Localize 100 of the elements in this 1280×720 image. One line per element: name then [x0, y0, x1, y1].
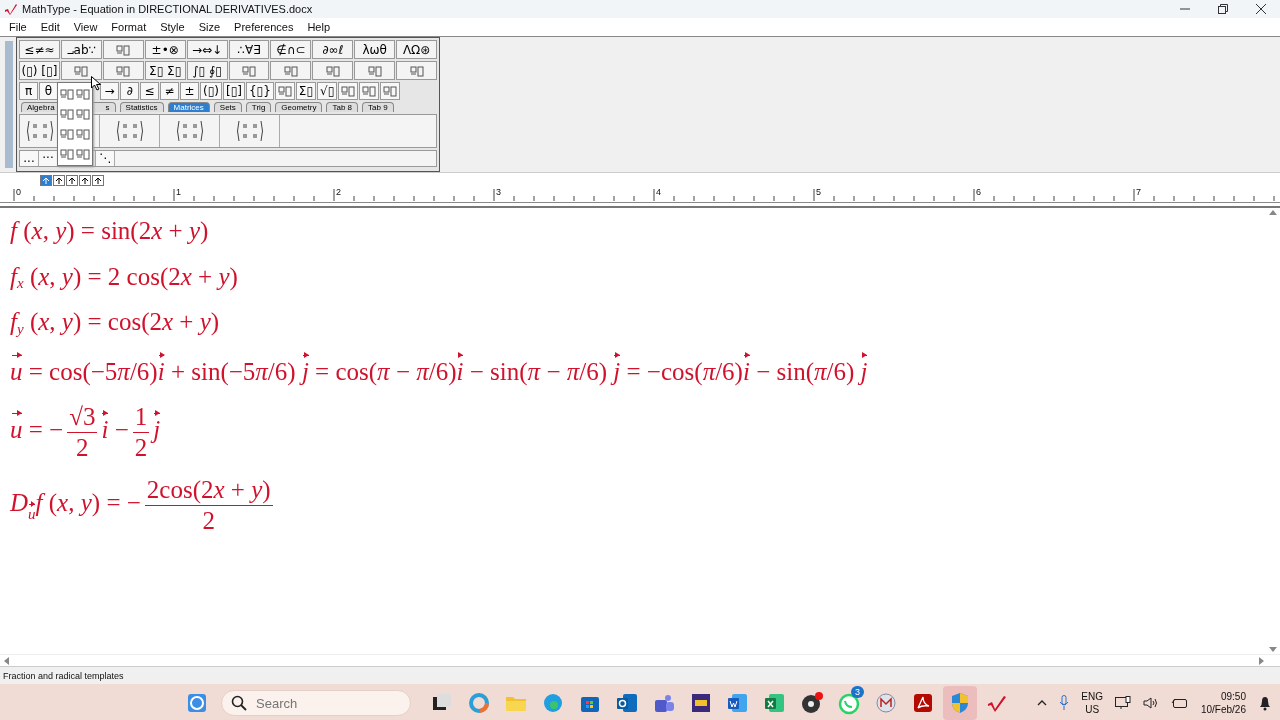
ruler-number: 7	[1136, 187, 1141, 197]
template-icon	[74, 64, 89, 77]
palette-tab[interactable]: Tab 8	[326, 102, 359, 112]
palette-button[interactable]: ≠	[160, 82, 179, 100]
palette-button[interactable]: →⇔↓	[186, 40, 228, 59]
restore-icon[interactable]	[1218, 4, 1228, 14]
scroll-right-icon[interactable]	[1259, 656, 1264, 665]
template-icon	[242, 64, 256, 77]
palette-button[interactable]	[228, 61, 270, 80]
pdf-icon	[911, 691, 935, 715]
palette-button[interactable]: ∂∞ℓ	[312, 40, 354, 59]
scroll-left-icon[interactable]	[4, 656, 9, 665]
palette-button[interactable]: ΛΩ⊛	[396, 40, 438, 59]
tab-stop-icon	[94, 176, 102, 185]
palette-button[interactable]	[380, 82, 401, 100]
palette-tab[interactable]: Matrices	[167, 102, 210, 112]
menu-item[interactable]: Size	[191, 18, 228, 36]
menu-item[interactable]: Help	[300, 18, 337, 36]
palette-button[interactable]	[338, 82, 359, 100]
ruler-number: 5	[816, 187, 821, 197]
alignment-button[interactable]	[53, 175, 65, 186]
ruler-number: 3	[496, 187, 501, 197]
palette-tab[interactable]: Sets	[213, 102, 242, 112]
battery-icon[interactable]	[1170, 697, 1189, 709]
palette-tab[interactable]: Trig	[245, 102, 272, 112]
palette-button[interactable]: ∉∩⊂	[270, 40, 312, 59]
menu-item[interactable]: Format	[104, 18, 154, 36]
scroll-up-icon[interactable]	[1269, 210, 1277, 215]
palette-button[interactable]: π	[19, 82, 38, 100]
template-icon	[76, 148, 90, 160]
palette-tab[interactable]: Statistics	[119, 102, 164, 112]
palette-button[interactable]: ±•⊗	[144, 40, 186, 59]
palette-button[interactable]	[102, 40, 144, 59]
palette-button[interactable]: ⋱	[96, 151, 115, 166]
region-label[interactable]: US	[1081, 703, 1103, 716]
matrix-template-icon[interactable]	[114, 119, 145, 143]
matrix-template-icon[interactable]	[234, 119, 265, 143]
palette-button[interactable]: Σ▯	[295, 82, 316, 100]
palette-button[interactable]: (▯)	[200, 82, 222, 100]
palette-button[interactable]: ≤≠≈	[19, 40, 60, 59]
menu-item[interactable]: Preferences	[227, 18, 301, 36]
menu-item[interactable]: Edit	[33, 18, 67, 36]
palette-button[interactable]: {▯}	[245, 82, 274, 100]
palette-button[interactable]	[270, 61, 312, 80]
palette-button[interactable]: ⨼ab∵	[60, 40, 102, 59]
bell-icon[interactable]	[1258, 695, 1272, 711]
ruler-number: 4	[656, 187, 661, 197]
speaker-icon[interactable]	[1142, 696, 1159, 710]
widget-icon	[185, 691, 209, 715]
palette-button[interactable]: ∂	[120, 82, 139, 100]
palette-button[interactable]: ∴∀∃	[228, 40, 270, 59]
palette-button[interactable]: →	[100, 82, 119, 100]
ring-icon	[467, 691, 491, 715]
alignment-button[interactable]	[92, 175, 104, 186]
tab-stop-icon	[55, 176, 63, 185]
matrix-template-icon[interactable]	[174, 119, 205, 143]
equation: f$_{x}$ (x, y) = 2 cos(2x + y)	[10, 261, 238, 294]
search-field[interactable]: Search	[221, 690, 411, 716]
palette-button[interactable]	[60, 61, 102, 80]
language-label[interactable]: ENG	[1081, 690, 1103, 703]
clock-date[interactable]: 10/Feb/26	[1200, 703, 1246, 716]
equation: u = cos(−5π/6)i + sin(−5π/6) j = cos(π − π/6)i − sin(π − π/6) j = −cos(π/6)i − sin(π/6) j	[10, 352, 868, 390]
palette-button[interactable]: [▯]	[222, 82, 245, 100]
tab-stop-icon	[68, 176, 76, 185]
palette-button[interactable]: Σ▯ Σ▯	[144, 61, 186, 80]
microphone-icon[interactable]	[1059, 695, 1070, 711]
browser-icon	[541, 691, 565, 715]
alignment-button[interactable]	[79, 175, 91, 186]
palette-tab[interactable]: Tab 9	[362, 102, 394, 112]
equation: f (x, y) = sin(2x + y)	[10, 216, 209, 247]
palette-button[interactable]	[396, 61, 438, 80]
palette-button[interactable]	[359, 82, 380, 100]
palette-button[interactable]: ...	[20, 151, 39, 166]
chevron-up-icon[interactable]	[1037, 700, 1048, 706]
menu-item[interactable]: File	[2, 18, 34, 36]
palette-button[interactable]	[312, 61, 354, 80]
scroll-down-icon[interactable]	[1269, 647, 1277, 652]
taskbar-button[interactable]: 3	[832, 686, 866, 720]
template-icon	[283, 64, 298, 77]
close-icon[interactable]	[1256, 4, 1266, 14]
monitor-icon[interactable]	[1114, 696, 1131, 710]
palette-button[interactable]	[354, 61, 396, 80]
palette-button[interactable]: ≤	[140, 82, 159, 100]
menu-item[interactable]: Style	[153, 18, 192, 36]
palette-button[interactable]: ±	[180, 82, 199, 100]
template-icon	[76, 128, 90, 140]
palette-button[interactable]	[102, 61, 144, 80]
palette-tab[interactable]: Geometry	[275, 102, 323, 112]
menu-item[interactable]: View	[66, 18, 105, 36]
palette-button[interactable]: √▯	[317, 82, 338, 100]
template-icon	[76, 88, 90, 100]
template-icon	[60, 128, 74, 140]
palette-button[interactable]: (▯) [▯]	[19, 61, 60, 80]
clock-time[interactable]: 09:50	[1200, 690, 1246, 703]
alignment-button[interactable]	[66, 175, 78, 186]
template-icon	[362, 85, 377, 97]
palette-button[interactable]: ∫▯ ∮▯	[186, 61, 228, 80]
palette-button[interactable]: λωθ	[354, 40, 396, 59]
matrix-template-icon[interactable]	[24, 119, 55, 143]
palette-button[interactable]	[274, 82, 295, 100]
